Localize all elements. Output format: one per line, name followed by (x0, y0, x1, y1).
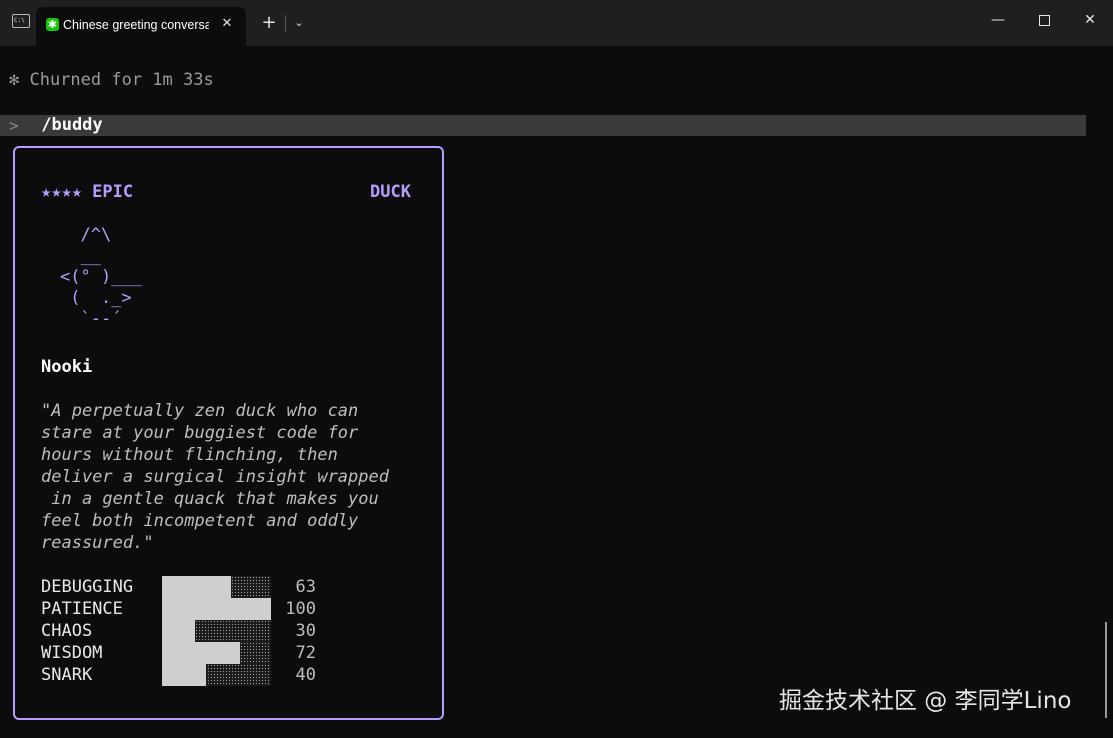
stat-row: WISDOM 72 (41, 642, 331, 664)
stat-bar-fill (162, 576, 231, 598)
stat-label: CHAOS (41, 621, 93, 641)
maximize-button[interactable] (1024, 5, 1064, 35)
stat-value: 100 (285, 599, 316, 619)
stat-label: DEBUGGING (41, 577, 134, 597)
stat-bar-fill (162, 620, 195, 642)
species-label: DUCK (370, 182, 411, 202)
minimize-button[interactable]: — (978, 5, 1018, 35)
title-bar: C:\ ✱ Chinese greeting conversation ✕ + … (0, 0, 1113, 46)
buddy-card: ★★★★ EPIC DUCK /^\ __ <(° )___ ( ._> `--… (13, 146, 444, 720)
command-text: /buddy (31, 115, 103, 135)
stat-value: 30 (295, 621, 316, 641)
tab-active[interactable]: ✱ Chinese greeting conversation ✕ (36, 7, 246, 46)
stat-bar-fill (162, 598, 271, 620)
stat-row: PATIENCE 100 (41, 598, 331, 620)
prompt-line[interactable]: > /buddy (0, 115, 1086, 136)
duck-ascii-art: /^\ __ <(° )___ ( ._> `--´ (60, 225, 142, 329)
stat-row: CHAOS 30 (41, 620, 331, 642)
close-tab-icon[interactable]: ✕ (218, 14, 236, 34)
stat-bar (162, 642, 271, 664)
stat-bar (162, 598, 271, 620)
stat-bar (162, 576, 271, 598)
watermark: 掘金技术社区 @ 李同学Lino (779, 688, 1072, 714)
scrollbar[interactable] (1105, 622, 1107, 718)
buddy-description: "A perpetually zen duck who can stare at… (41, 401, 389, 553)
tab-title: Chinese greeting conversation (63, 18, 209, 32)
terminal-pane[interactable]: ✻ Churned for 1m 33s > /buddy ★★★★ EPIC … (0, 46, 1113, 738)
new-tab-button[interactable]: + (258, 12, 280, 34)
stat-value: 72 (295, 643, 316, 663)
maximize-icon (1038, 14, 1050, 26)
stat-label: SNARK (41, 665, 93, 685)
stat-bar-fill (162, 642, 241, 664)
prompt-symbol: > (9, 116, 19, 135)
buddy-name: Nooki (41, 357, 93, 377)
close-window-button[interactable]: ✕ (1070, 5, 1110, 35)
stat-bar (162, 664, 271, 686)
stat-value: 40 (295, 665, 316, 685)
tab-divider (285, 15, 286, 32)
stat-value: 63 (295, 577, 316, 597)
stat-row: DEBUGGING 63 (41, 576, 331, 598)
stat-label: WISDOM (41, 643, 103, 663)
terminal-icon[interactable]: C:\ (12, 14, 30, 28)
stat-label: PATIENCE (41, 599, 123, 619)
churn-status: ✻ Churned for 1m 33s (9, 70, 214, 90)
rarity-badge: ★★★★ EPIC (41, 182, 134, 202)
chevron-down-icon[interactable]: ⌄ (289, 13, 309, 33)
claude-spark-icon: ✱ (46, 18, 59, 31)
stat-row: SNARK 40 (41, 664, 331, 686)
stat-bar (162, 620, 271, 642)
stat-bar-fill (162, 664, 206, 686)
